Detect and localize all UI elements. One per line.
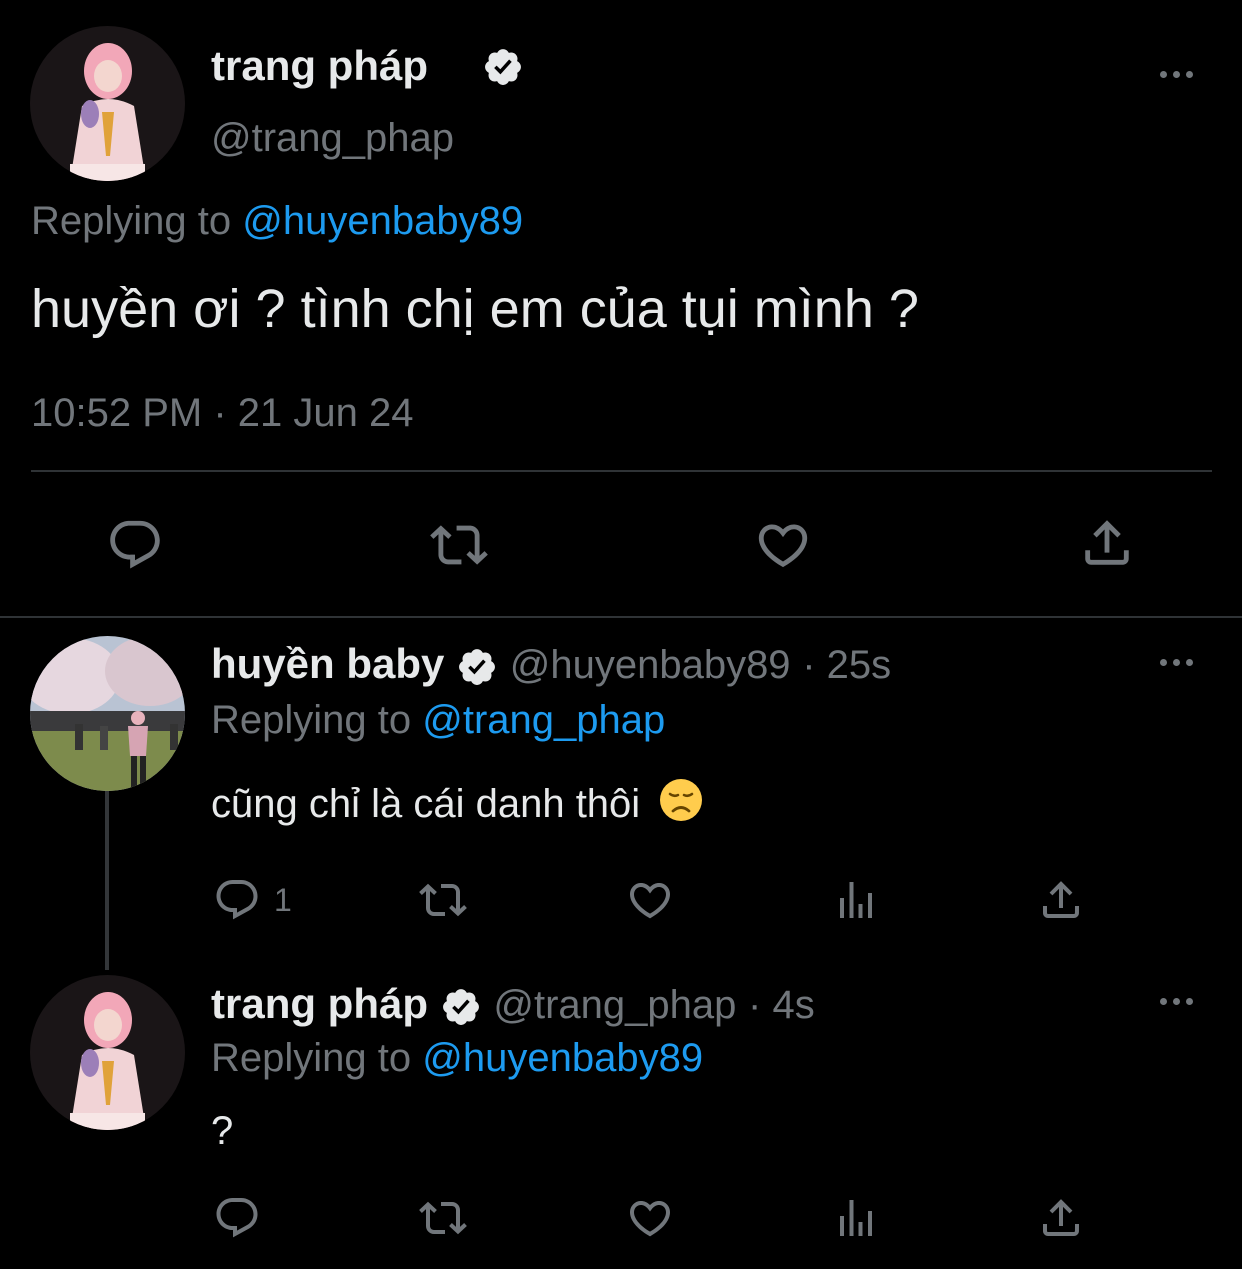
main-tweet-author-name[interactable]: trang pháp: [211, 40, 428, 92]
share-icon[interactable]: [1037, 1194, 1085, 1242]
main-tweet-replying-line: Replying to @huyenbaby89: [31, 196, 523, 246]
reply-icon[interactable]: [213, 876, 261, 924]
main-tweet-avatar[interactable]: [30, 26, 185, 181]
reply-1-more-icon[interactable]: [1160, 659, 1193, 666]
reply-2-more-icon[interactable]: [1160, 998, 1193, 1005]
reply-2-avatar[interactable]: [30, 975, 185, 1130]
reply-2-replying-line: Replying to @huyenbaby89: [211, 1033, 703, 1083]
like-icon[interactable]: [753, 516, 813, 574]
like-icon[interactable]: [625, 1194, 675, 1242]
retweet-icon[interactable]: [428, 516, 490, 574]
verified-badge-icon: [440, 986, 482, 1028]
thread-line: [105, 790, 109, 970]
disappointed-face-emoji: [659, 778, 703, 835]
reply-1-reply-count: 1: [274, 882, 292, 918]
replying-to-link[interactable]: @trang_phap: [422, 698, 665, 742]
verified-badge-icon: [482, 46, 524, 88]
reply-2-author-name[interactable]: trang pháp: [211, 980, 428, 1027]
reply-2-text: ?: [211, 1109, 234, 1153]
views-icon[interactable]: [832, 876, 880, 924]
verified-badge-icon: [456, 646, 498, 688]
reply-icon[interactable]: [106, 516, 164, 574]
share-icon[interactable]: [1037, 876, 1085, 924]
replying-to-link[interactable]: @huyenbaby89: [422, 1036, 703, 1080]
reply-1-avatar[interactable]: [30, 636, 185, 791]
section-divider: [0, 616, 1242, 618]
reply-1-header: huyền baby @huyenbaby89 · 25s: [211, 638, 891, 691]
reply-1-author-name[interactable]: huyền baby: [211, 640, 444, 687]
replying-prefix: Replying to: [211, 698, 412, 742]
reply-1-author-handle[interactable]: @huyenbaby89: [510, 643, 791, 687]
share-icon[interactable]: [1078, 514, 1136, 572]
reply-icon[interactable]: [213, 1194, 261, 1242]
reply-1-age[interactable]: · 25s: [802, 643, 891, 687]
replying-prefix: Replying to: [31, 199, 232, 243]
retweet-icon[interactable]: [417, 1194, 469, 1242]
reply-1-text-line: cũng chỉ là cái danh thôi: [211, 778, 703, 835]
reply-2-author-handle[interactable]: @trang_phap: [493, 983, 736, 1027]
main-tweet-timestamp[interactable]: 10:52 PM · 21 Jun 24: [31, 388, 413, 438]
main-tweet-more-icon[interactable]: [1160, 71, 1193, 78]
replying-prefix: Replying to: [211, 1036, 412, 1080]
reply-1-replying-line: Replying to @trang_phap: [211, 695, 665, 745]
replying-to-link[interactable]: @huyenbaby89: [242, 199, 523, 243]
like-icon[interactable]: [625, 876, 675, 924]
reply-1-text: cũng chỉ là cái danh thôi: [211, 782, 641, 827]
main-tweet-text: huyền ơi ? tình chị em của tụi mình ?: [31, 279, 919, 339]
views-icon[interactable]: [832, 1194, 880, 1242]
reply-2-header: trang pháp @trang_phap · 4s: [211, 978, 815, 1031]
retweet-icon[interactable]: [417, 876, 469, 924]
main-tweet-author-handle[interactable]: @trang_phap: [211, 112, 454, 164]
reply-2-age[interactable]: · 4s: [748, 983, 815, 1027]
main-tweet-divider: [31, 470, 1212, 472]
